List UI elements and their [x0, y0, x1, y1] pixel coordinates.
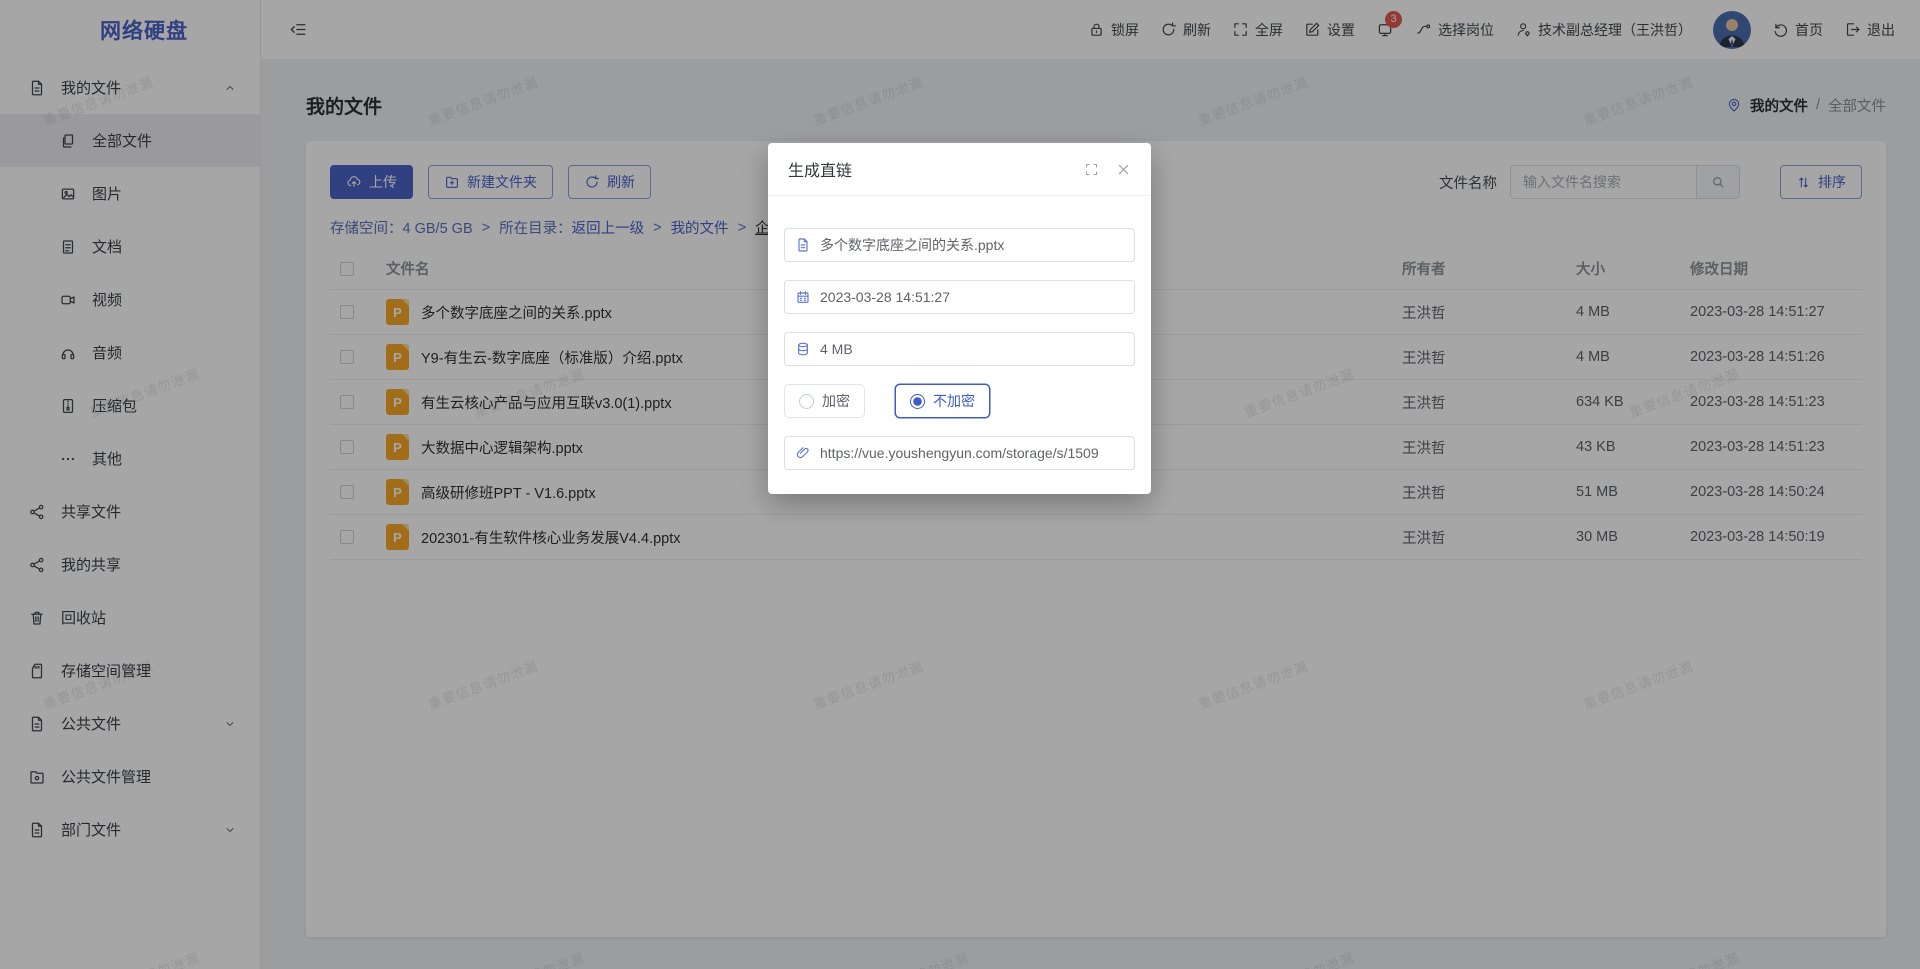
file-name-value: 多个数字底座之间的关系.pptx [820, 235, 1004, 255]
file-size-value: 4 MB [820, 341, 853, 357]
generate-link-dialog: 生成直链 多个数字底座之间的关系.pptx 2023-03-28 14:51:2… [768, 143, 1151, 494]
file-date-field[interactable]: 2023-03-28 14:51:27 [784, 280, 1135, 314]
app-root: 网络硬盘 我的文件 全部文件 图片 文档 视频 [0, 0, 1920, 969]
database-icon [795, 341, 811, 357]
direct-link-value: https://vue.youshengyun.com/storage/s/15… [820, 445, 1099, 461]
calendar-icon [795, 289, 811, 305]
no-encrypt-radio[interactable]: 不加密 [895, 384, 990, 418]
close-icon [1116, 162, 1131, 177]
file-icon [795, 237, 811, 253]
close-dialog-button[interactable] [1116, 162, 1131, 177]
paperclip-icon [795, 445, 811, 461]
file-size-field[interactable]: 4 MB [784, 332, 1135, 366]
radio-icon [799, 394, 814, 409]
dialog-body: 多个数字底座之间的关系.pptx 2023-03-28 14:51:27 4 M… [768, 196, 1151, 470]
radio-selected-icon [910, 394, 925, 409]
direct-link-field[interactable]: https://vue.youshengyun.com/storage/s/15… [784, 436, 1135, 470]
encryption-options: 加密 不加密 [784, 384, 1135, 418]
file-name-field[interactable]: 多个数字底座之间的关系.pptx [784, 228, 1135, 262]
encrypt-radio[interactable]: 加密 [784, 384, 865, 418]
dialog-title: 生成直链 [788, 157, 852, 181]
dialog-header: 生成直链 [768, 143, 1151, 196]
expand-icon [1084, 162, 1099, 177]
maximize-dialog-button[interactable] [1084, 162, 1099, 177]
file-date-value: 2023-03-28 14:51:27 [820, 289, 950, 305]
dialog-tools [1084, 162, 1131, 177]
